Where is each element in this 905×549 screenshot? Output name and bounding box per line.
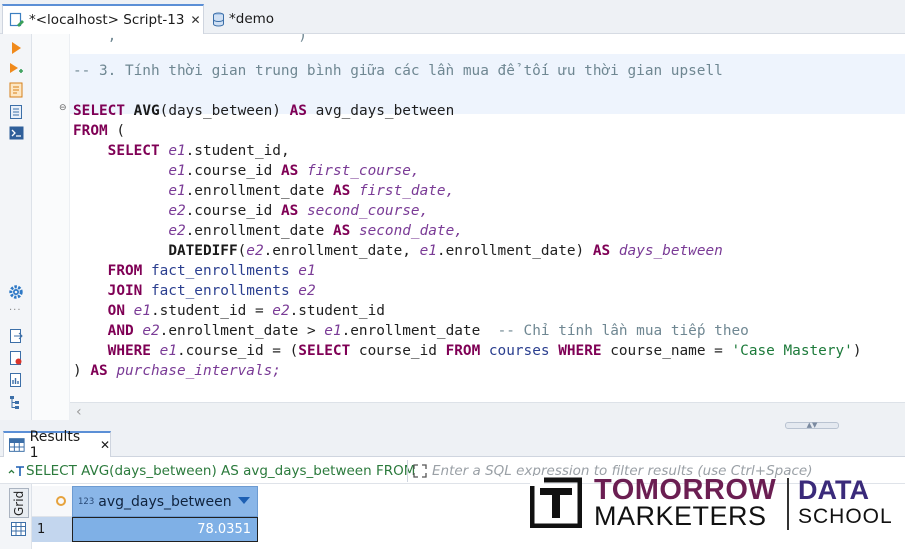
- editor-line-comment: -- 3. Tính thời gian trung bình giữa các…: [73, 63, 723, 79]
- tab-demo[interactable]: *demo: [206, 4, 286, 34]
- tab-script-13[interactable]: *<localhost> Script-13 ✕: [2, 4, 204, 34]
- editor-line-second-course: e2.course_id AS second_course,: [168, 203, 429, 219]
- editor-line-from: FROM (: [73, 123, 125, 139]
- editor-line-datediff: DATEDIFF(e2.enrollment_date, e1.enrollme…: [168, 243, 723, 259]
- editor-line-inner-from: FROM fact_enrollments e1: [107, 263, 316, 279]
- tomorrow-marketers-logo: TOMORROW MARKETERS DATA SCHOOL: [528, 472, 905, 538]
- filter-separator: [407, 460, 408, 482]
- explain-plan-icon[interactable]: [6, 81, 26, 99]
- editor-line-and: AND e2.enrollment_date > e1.enrollment_d…: [107, 323, 749, 339]
- execute-statement-icon[interactable]: [6, 39, 26, 57]
- row-number[interactable]: 1: [32, 517, 72, 542]
- more-icon[interactable]: ···: [9, 305, 22, 316]
- scroll-left-icon[interactable]: ‹: [76, 404, 82, 420]
- outline-icon[interactable]: [6, 393, 26, 411]
- logo-text-school: SCHOOL: [798, 505, 893, 528]
- results-grid-icon: [9, 438, 25, 452]
- close-icon[interactable]: ✕: [100, 438, 110, 452]
- row-number-header[interactable]: [32, 486, 72, 517]
- grid-view-label: Grid: [12, 490, 26, 516]
- editor-line-first-course: e1.course_id AS first_course,: [168, 163, 420, 179]
- row-status-icon: [56, 496, 66, 506]
- panel-sash-handle[interactable]: ▲▼: [785, 422, 839, 429]
- sql-script-icon: [9, 12, 24, 27]
- expand-filter-icon[interactable]: [413, 464, 427, 478]
- executed-query-label[interactable]: SELECT AVG(days_between) AS avg_days_bet…: [8, 461, 415, 481]
- sort-dropdown-icon[interactable]: [238, 497, 250, 504]
- editor-line-truncated: , ): [73, 34, 307, 44]
- panel-splitter[interactable]: [0, 420, 905, 430]
- editor-line-close: ) AS purchase_intervals;: [73, 363, 281, 379]
- sql-query-icon: [8, 466, 24, 476]
- editor-tab-bar: *<localhost> Script-13 ✕ *demo: [0, 0, 905, 34]
- tab-results-1[interactable]: Results 1 ✕: [3, 429, 111, 461]
- logo-text-data: DATA: [798, 475, 869, 505]
- column-header-avg-days-between[interactable]: 123 avg_days_between: [72, 486, 258, 517]
- grid-view-toggle[interactable]: Grid: [9, 488, 29, 518]
- editor-line-select: SELECT AVG(days_between) AS avg_days_bet…: [73, 103, 455, 119]
- editor-line-inner-select: SELECT e1.student_id,: [107, 143, 290, 159]
- numeric-type-icon: 123: [78, 496, 95, 507]
- editor-line-on: ON e1.student_id = e2.student_id: [107, 303, 385, 319]
- export-icon[interactable]: [6, 327, 26, 345]
- editor-line-join: JOIN fact_enrollments e2: [107, 283, 316, 299]
- database-icon: [213, 12, 224, 26]
- fold-collapse-icon[interactable]: ⊖: [59, 103, 69, 113]
- editor-line-second-date: e2.enrollment_date AS second_date,: [168, 223, 463, 239]
- execute-script-icon[interactable]: [6, 60, 26, 78]
- results-tab-bar: Results 1 ✕: [0, 429, 905, 461]
- console-icon[interactable]: [6, 124, 26, 142]
- close-icon[interactable]: ✕: [190, 13, 200, 27]
- editor-line-first-date: e1.enrollment_date AS first_date,: [168, 183, 455, 199]
- column-header-label: avg_days_between: [98, 493, 232, 510]
- settings-gear-icon[interactable]: [6, 283, 26, 301]
- line-gutter: [32, 34, 70, 420]
- result-cell[interactable]: 78.0351: [72, 517, 258, 542]
- tm-logo-icon: [530, 476, 582, 528]
- tab-label: *demo: [229, 11, 275, 27]
- editor-line-where: WHERE e1.course_id = (SELECT course_id F…: [107, 343, 862, 359]
- editor-horizontal-scrollbar[interactable]: ‹: [70, 402, 905, 420]
- logo-text-marketers: MARKETERS: [594, 501, 767, 531]
- save-file-icon[interactable]: [6, 349, 26, 367]
- executed-query-text: SELECT AVG(days_between) AS avg_days_bet…: [26, 463, 416, 479]
- tab-label: *<localhost> Script-13: [29, 12, 185, 28]
- script-file-icon[interactable]: [6, 103, 26, 121]
- logo-divider: [787, 478, 789, 530]
- table-view-icon[interactable]: [11, 522, 26, 536]
- chart-file-icon[interactable]: [6, 371, 26, 389]
- sql-editor[interactable]: , ) -- 3. Tính thời gian trung bình giữa…: [70, 34, 905, 402]
